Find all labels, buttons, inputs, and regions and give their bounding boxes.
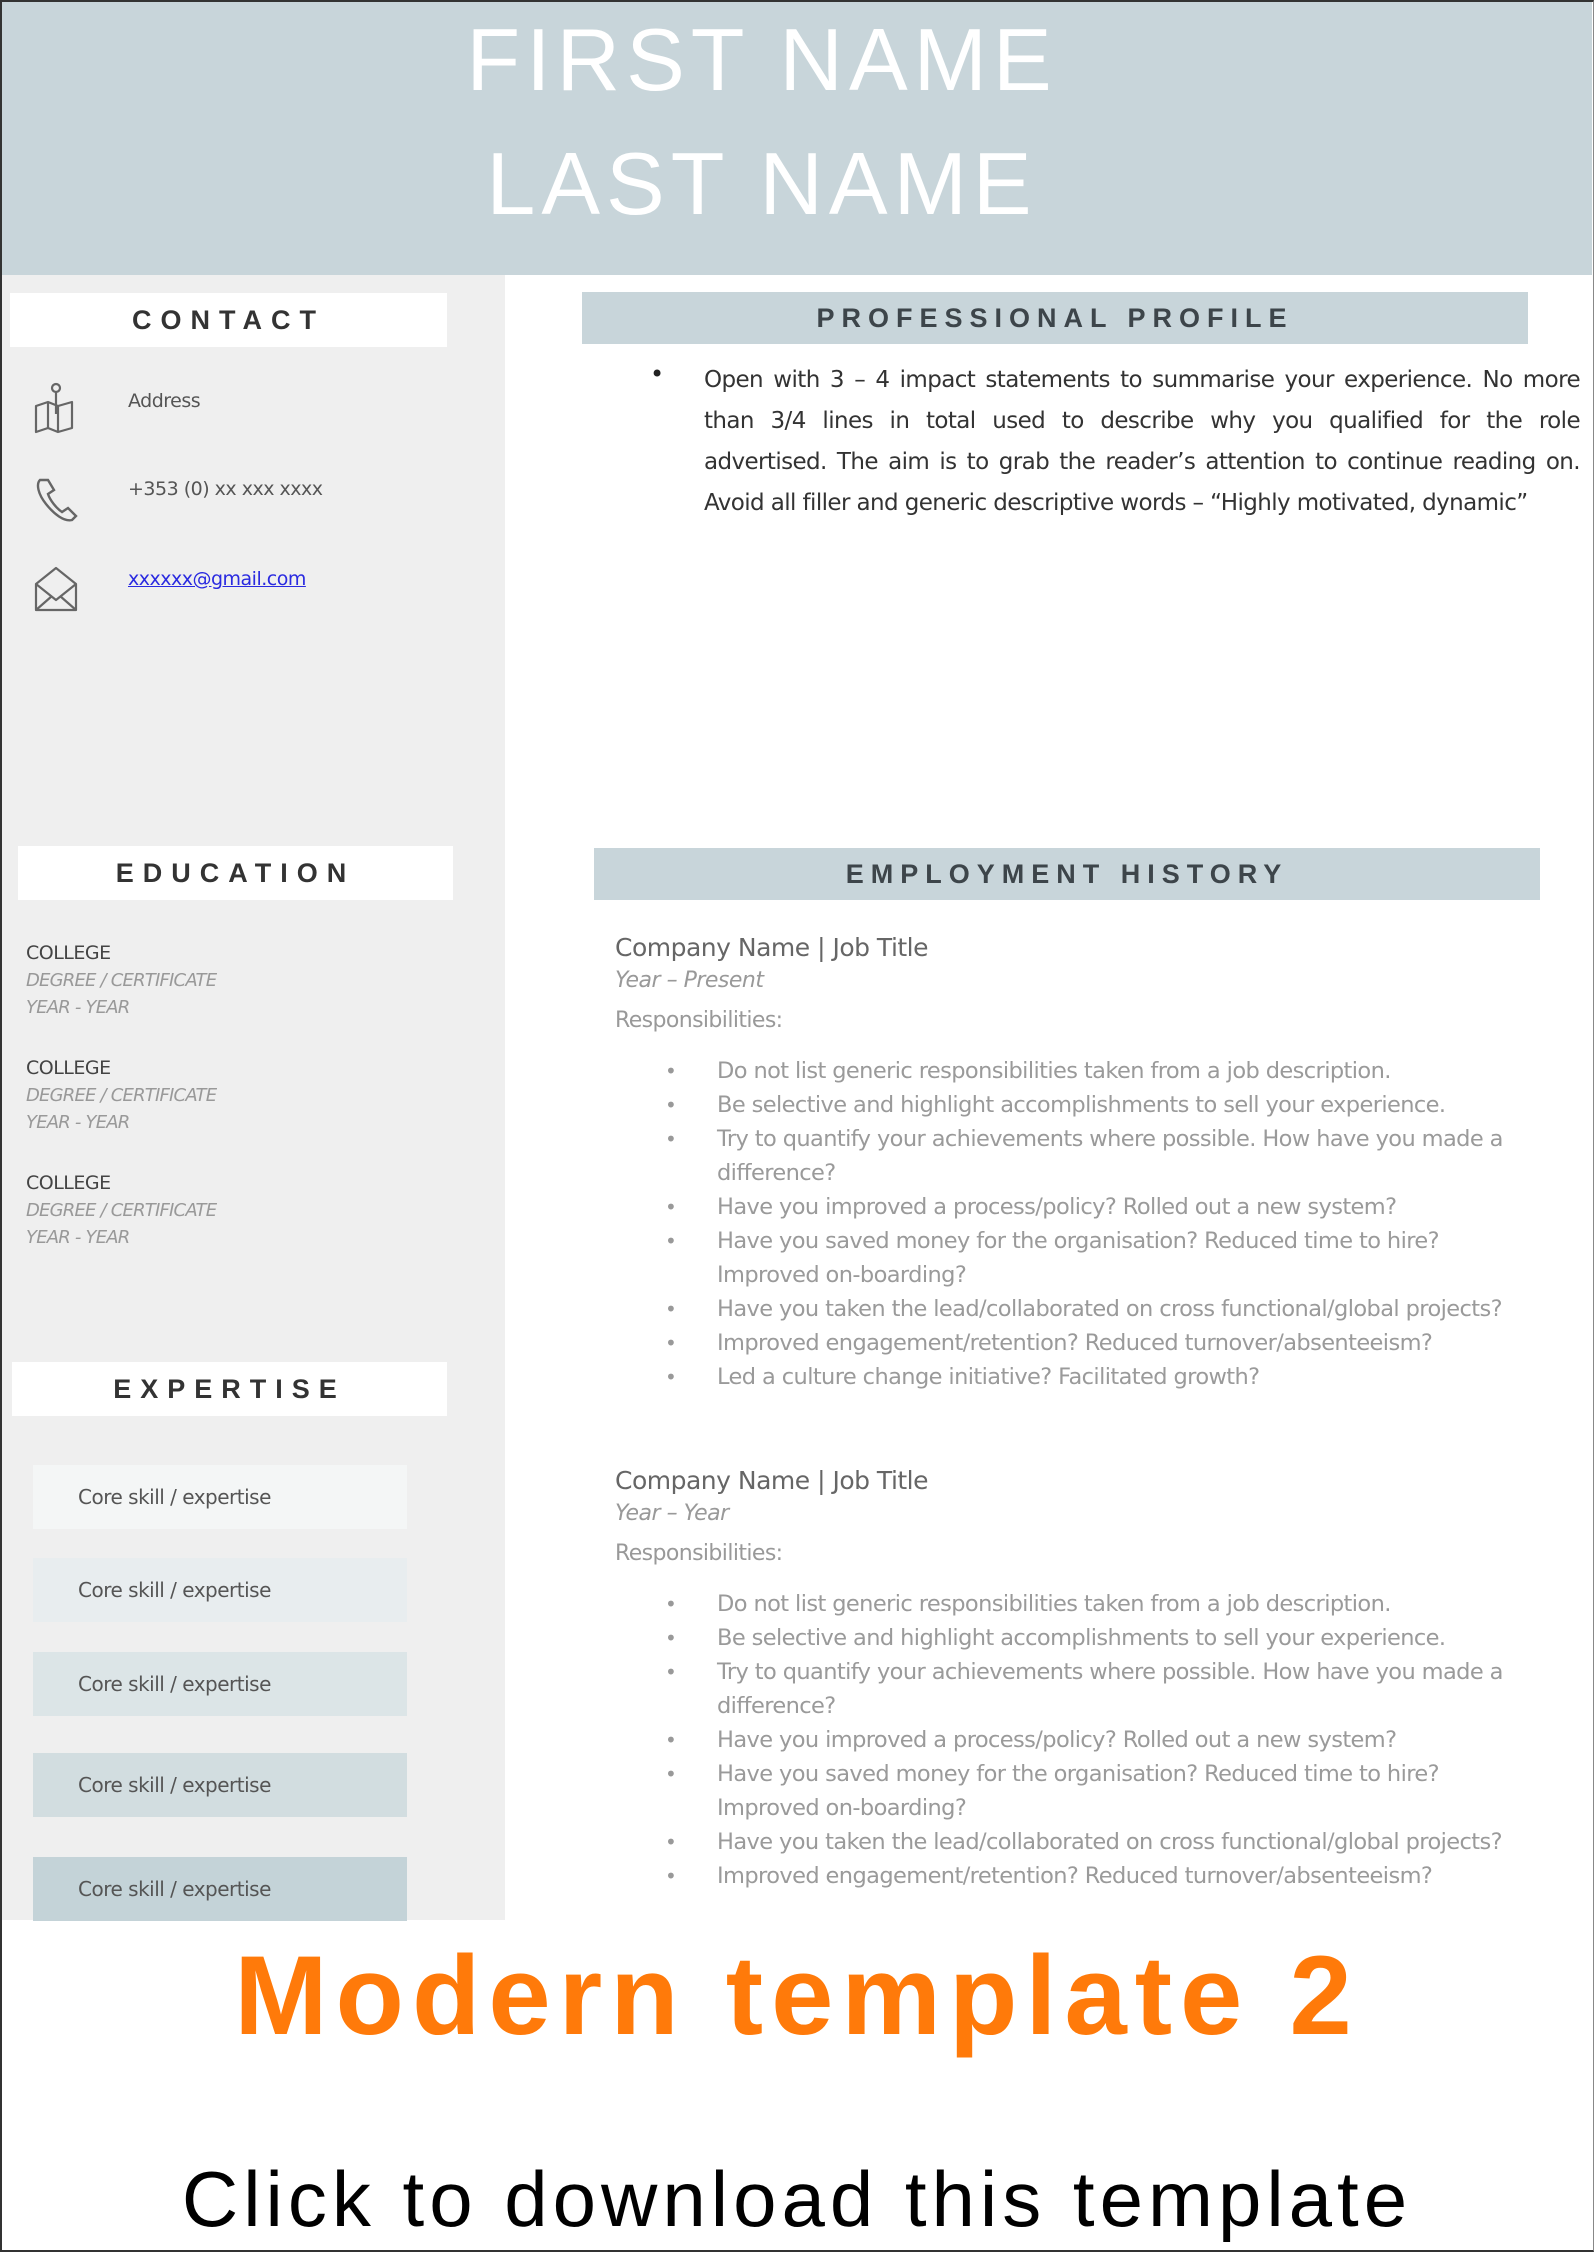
job-title: Company Name | Job Title [615,933,929,962]
responsibility-text: Be selective and highlight accomplishmen… [717,1625,1446,1651]
responsibility-text: Try to quantify your achievements where … [717,1659,1503,1719]
responsibility-text: Have you improved a process/policy? Roll… [717,1194,1397,1220]
responsibility-item: • Improved engagement/retention? Reduced … [615,1326,1535,1360]
job-dates: Year – Present [615,968,764,993]
bullet-icon: • [665,1195,677,1219]
bullet-icon: • [650,360,665,388]
bullet-icon: • [665,1830,677,1854]
responsibility-item: • Be selective and highlight accomplishme… [615,1621,1535,1655]
bullet-icon: • [665,1059,677,1083]
last-name: LAST NAME [486,134,1038,233]
responsibility-item: • Led a culture change initiative? Facili… [615,1360,1535,1394]
bullet-icon: • [665,1626,677,1650]
responsibility-text: Do not list generic responsibilities tak… [717,1058,1391,1084]
download-link[interactable]: Click to download this template [0,2160,1594,2238]
responsibility-text: Have you saved money for the organisatio… [717,1228,1440,1288]
bullet-icon: • [665,1093,677,1117]
responsibility-text: Have you saved money for the organisatio… [717,1761,1440,1821]
responsibility-item: • Try to quantify your achievements where… [615,1122,1535,1190]
responsibility-text: Do not list generic responsibilities tak… [717,1591,1391,1617]
job-entry: Company Name | Job Title Year – Present … [615,930,1555,1394]
responsibility-item: • Have you improved a process/policy? Rol… [615,1723,1535,1757]
responsibility-item: • Have you saved money for the organisati… [615,1224,1535,1292]
responsibility-list: • Do not list generic responsibilities ta… [615,1054,1555,1394]
first-name: FIRST NAME [466,10,1058,109]
resume-header: FIRST NAME LAST NAME [2,2,1592,275]
responsibilities-label: Responsibilities: [615,1541,783,1566]
profile-heading: PROFESSIONAL PROFILE [582,292,1528,344]
responsibility-item: • Improved engagement/retention? Reduced … [615,1859,1535,1893]
responsibilities-label: Responsibilities: [615,1008,783,1033]
responsibility-item: • Do not list generic responsibilities ta… [615,1054,1535,1088]
responsibility-item: • Have you taken the lead/collaborated on… [615,1292,1535,1326]
bullet-icon: • [665,1864,677,1888]
job-title: Company Name | Job Title [615,1466,929,1495]
responsibility-item: • Have you improved a process/policy? Rol… [615,1190,1535,1224]
bullet-icon: • [665,1762,677,1786]
job-dates: Year – Year [615,1501,729,1526]
profile-text: Open with 3 – 4 impact statements to sum… [704,367,1581,516]
responsibility-item: • Be selective and highlight accomplishme… [615,1088,1535,1122]
bullet-icon: • [665,1660,677,1684]
responsibility-text: Be selective and highlight accomplishmen… [717,1092,1446,1118]
job-entry: Company Name | Job Title Year – Year Res… [615,1463,1555,1893]
responsibility-item: • Have you saved money for the organisati… [615,1757,1535,1825]
responsibility-item: • Try to quantify your achievements where… [615,1655,1535,1723]
responsibility-list: • Do not list generic responsibilities ta… [615,1587,1555,1893]
responsibility-text: Improved engagement/retention? Reduced t… [717,1330,1433,1356]
responsibility-item: • Do not list generic responsibilities ta… [615,1587,1535,1621]
responsibility-text: Try to quantify your achievements where … [717,1126,1503,1186]
bullet-icon: • [665,1728,677,1752]
responsibility-text: Improved engagement/retention? Reduced t… [717,1863,1433,1889]
responsibility-item: • Have you taken the lead/collaborated on… [615,1825,1535,1859]
bullet-icon: • [665,1331,677,1355]
bullet-icon: • [665,1592,677,1616]
bullet-icon: • [665,1127,677,1151]
bullet-icon: • [665,1297,677,1321]
responsibility-text: Have you taken the lead/collaborated on … [717,1296,1503,1322]
template-title: Modern template 2 [234,1933,1360,2058]
employment-heading: EMPLOYMENT HISTORY [594,848,1540,900]
main-content: PROFESSIONAL PROFILE • Open with 3 – 4 i… [2,275,1592,1920]
bullet-icon: • [665,1229,677,1253]
responsibility-text: Have you improved a process/policy? Roll… [717,1727,1397,1753]
responsibility-text: Led a culture change initiative? Facilit… [717,1364,1260,1390]
responsibility-text: Have you taken the lead/collaborated on … [717,1829,1503,1855]
bullet-icon: • [665,1365,677,1389]
